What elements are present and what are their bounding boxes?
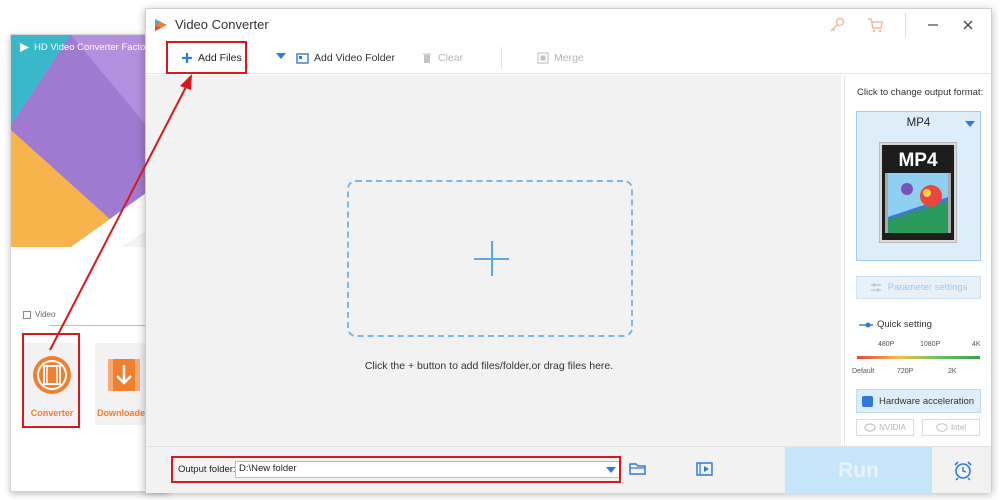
video-section-label: Video [35, 310, 56, 319]
add-video-folder-label: Add Video Folder [314, 52, 395, 64]
hardware-acceleration-label: Hardware acceleration [879, 395, 975, 407]
video-section-header: Video [23, 310, 55, 319]
mp4-format-thumbnail: MP4 [879, 142, 957, 243]
output-settings-panel: Click to change output format: MP4 MP4 P… [844, 75, 991, 446]
sliders-icon [870, 283, 881, 291]
output-video-icon[interactable] [695, 460, 715, 478]
quality-tick-default: Default [852, 368, 875, 375]
quality-tick-2k: 2K [948, 368, 957, 375]
format-dropdown-icon [965, 121, 975, 127]
merge-button[interactable]: Merge [537, 48, 584, 68]
open-folder-icon[interactable] [628, 460, 648, 478]
alarm-clock-icon[interactable] [952, 459, 974, 481]
output-format-name: MP4 [906, 117, 931, 129]
app-logo-icon [155, 19, 167, 31]
merge-icon [537, 52, 549, 64]
video-converter-window: Video Converter Add Files Add Video Fold… [145, 8, 992, 494]
dropzone-plus-icon-vertical [491, 241, 493, 276]
close-icon[interactable] [959, 16, 977, 34]
clear-button[interactable]: Clear [421, 48, 463, 68]
hardware-acceleration-toggle[interactable]: Hardware acceleration [856, 389, 981, 413]
quality-slider[interactable] [857, 356, 980, 359]
intel-label: Intel [950, 423, 967, 432]
trash-icon [423, 53, 431, 63]
converter-highlight [22, 333, 80, 428]
toolbar-divider [501, 47, 502, 69]
merge-label: Merge [554, 52, 584, 64]
output-folder-highlight [171, 456, 621, 483]
run-label: Run [838, 458, 879, 482]
nvidia-label: NVIDIA [879, 423, 906, 432]
toolbar: Add Files Add Video Folder Clear Merge [146, 41, 991, 74]
output-format-selector[interactable]: MP4 MP4 [856, 111, 981, 261]
output-format-caption: Click to change output format: [857, 87, 984, 98]
window-title: Video Converter [175, 17, 269, 32]
add-files-highlight [166, 41, 247, 74]
mp4-thumb-text: MP4 [898, 150, 938, 171]
intel-logo-icon [936, 423, 948, 432]
key-icon[interactable] [828, 16, 846, 34]
quick-setting-label: Quick setting [877, 319, 932, 330]
launcher-title: HD Video Converter Factory [19, 42, 153, 53]
drop-hint-text: Click the + button to add files/folder,o… [364, 360, 614, 372]
clear-label: Clear [438, 52, 464, 64]
cart-icon[interactable] [866, 16, 884, 34]
launcher-title-text: HD Video Converter Factory [34, 42, 154, 53]
quick-setting-header: Quick setting [859, 319, 932, 330]
run-button[interactable]: Run [785, 447, 932, 494]
quality-tick-1080p: 1080P [920, 341, 941, 348]
download-icon [108, 359, 140, 391]
quality-tick-720p: 720P [897, 368, 914, 375]
video-section-icon [23, 310, 31, 319]
add-files-dropdown-icon[interactable] [276, 53, 286, 59]
add-video-folder-button[interactable]: Add Video Folder [296, 48, 395, 68]
file-drop-area[interactable]: Click the + button to add files/folder,o… [146, 75, 841, 446]
parameter-settings-button[interactable]: Parameter settings [856, 276, 981, 299]
intel-chip[interactable]: Intel [922, 419, 980, 436]
title-bar: Video Converter [146, 9, 991, 41]
minimize-icon[interactable] [924, 16, 942, 34]
checkbox-icon [862, 395, 873, 407]
parameter-settings-label: Parameter settings [887, 282, 968, 293]
folder-icon [296, 52, 309, 64]
add-files-dropzone[interactable] [347, 180, 633, 337]
quality-tick-4k: 4K [972, 341, 981, 348]
titlebar-divider [905, 13, 906, 37]
section-divider [49, 325, 159, 326]
nvidia-logo-icon [864, 423, 876, 432]
slider-icon [859, 322, 873, 327]
nvidia-chip[interactable]: NVIDIA [856, 419, 914, 436]
app-logo-icon [19, 42, 30, 53]
quality-tick-480p: 480P [878, 341, 895, 348]
